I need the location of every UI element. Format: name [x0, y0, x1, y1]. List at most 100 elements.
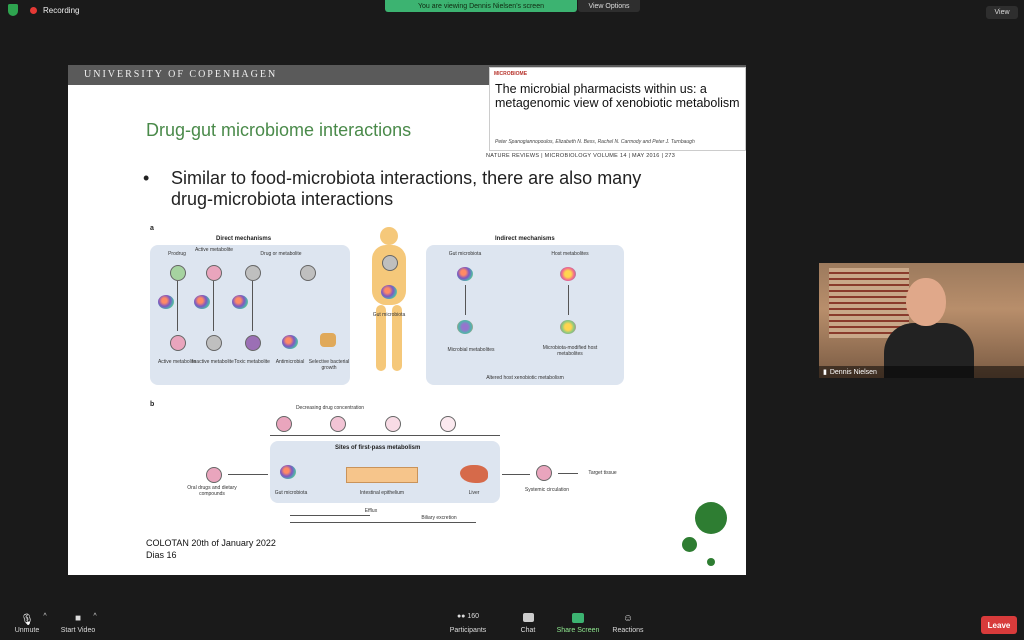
chat-label: Chat: [520, 627, 536, 634]
first-pass-header: Sites of first-pass metabolism: [335, 445, 421, 451]
microbe-icon-2: [194, 295, 210, 309]
video-off-icon: ■: [74, 613, 82, 624]
paper-authors: Peter Spanogiannopoulos, Elizabeth N. Be…: [495, 139, 695, 145]
participant-name-tag: ▮ Dennis Nielsen: [819, 366, 1024, 378]
figure-b: b Decreasing drug concentration Sites of…: [150, 395, 670, 525]
audio-options-button[interactable]: ^: [40, 613, 50, 620]
leave-button[interactable]: Leave: [981, 616, 1017, 634]
gut-microbiota-icon: [381, 285, 397, 299]
meeting-top-bar: Recording You are viewing Dennis Nielsen…: [0, 0, 1024, 22]
figure-b-label: b: [150, 401, 155, 408]
gut-microbiota-label: Gut microbiota: [372, 312, 406, 318]
participant-name: Dennis Nielsen: [829, 368, 877, 376]
target-tissue-label: Target tissue: [588, 470, 617, 476]
paper-title: The microbial pharmacists within us: a m…: [495, 82, 740, 110]
bacterial-growth-icon: [320, 333, 336, 347]
arrow-to-target: [558, 473, 578, 474]
active-metabolite-icon: [206, 265, 222, 281]
chevron-up-icon-2: ^: [93, 613, 97, 620]
unmute-label: Unmute: [14, 627, 40, 634]
arrow-line-3: [252, 281, 253, 331]
drug-icon: [245, 265, 261, 281]
share-screen-icon: [572, 613, 584, 623]
gut-microbiota-indirect-label: Gut microbiota: [448, 251, 482, 257]
arrow-to-circulation: [502, 474, 530, 475]
footer-slide-number: Dias 16: [146, 550, 177, 560]
reactions-button[interactable]: ☺ Reactions: [610, 613, 646, 634]
host-metabolites-icon: [560, 267, 576, 281]
people-icon: ●●: [456, 613, 466, 620]
drug-or-metabolite-label: Drug or metabolite: [260, 251, 302, 257]
prodrug-label: Prodrug: [168, 251, 186, 257]
share-screen-label: Share Screen: [556, 627, 600, 634]
microbiota-modified-label: Microbiota-modified host metabolites: [542, 345, 598, 357]
human-body-illustration: Gut microbiota: [360, 225, 420, 375]
active-metabolite-top-label: Active metabolite: [194, 247, 234, 253]
slide-footer: COLOTAN 20th of January 2022 Dias 16: [146, 537, 276, 561]
systemic-drug-icon: [536, 465, 552, 481]
green-dot-decoration-small: [707, 558, 715, 566]
chevron-up-icon: ^: [43, 613, 47, 620]
video-options-button[interactable]: ^: [90, 613, 100, 620]
recording-dot-icon: [30, 6, 37, 14]
antimicrobial-microbe-icon: [282, 335, 298, 349]
chat-button[interactable]: Chat: [516, 613, 540, 634]
direct-mechanisms-header: Direct mechanisms: [216, 236, 272, 242]
microphone-muted-icon: 🎙: [20, 614, 34, 626]
concentration-icon-1: [276, 416, 292, 432]
modified-metabolites-icon: [560, 320, 576, 334]
oral-drug-icon: [206, 467, 222, 483]
gut-microbiota-b-label: Gut microbiota: [274, 490, 308, 496]
share-screen-button[interactable]: Share Screen: [555, 613, 601, 634]
footer-event: COLOTAN 20th of January 2022: [146, 538, 276, 548]
arrow-line-2: [213, 281, 214, 331]
inactive-metabolite-label: Inactive metabolite: [192, 359, 234, 365]
participants-button[interactable]: ●● 160 Participants: [448, 613, 488, 634]
drug-icon-2: [300, 265, 316, 281]
citation-box: MICROBIOME The microbial pharmacists wit…: [489, 67, 746, 151]
view-button[interactable]: View: [986, 6, 1018, 19]
bullet-dot: •: [143, 168, 150, 188]
epithelium-label: Intestinal epithelium: [359, 490, 405, 496]
meeting-toolbar: 🎙 Unmute ^ ■ Start Video ^ ●● 160 Partic…: [0, 610, 1024, 640]
altered-metabolism-label: Altered host xenobiotic metabolism: [486, 375, 564, 381]
view-label: View: [994, 9, 1010, 16]
toxic-metabolite-label: Toxic metabolite: [234, 359, 270, 365]
oral-drugs-label: Oral drugs and dietary compounds: [187, 485, 237, 497]
participants-label: Participants: [449, 627, 487, 634]
epithelium-icon: [346, 467, 418, 483]
journal-reference: NATURE REVIEWS | MICROBIOLOGY VOLUME 14 …: [486, 153, 676, 159]
recording-label: Recording: [43, 5, 80, 15]
systemic-circulation-label: Systemic circulation: [524, 487, 570, 493]
active-metabolite-result-icon: [170, 335, 186, 351]
viewing-banner: You are viewing Dennis Nielsen's screen: [385, 0, 577, 12]
university-seal-icon: [695, 502, 727, 534]
biliary-line: [290, 522, 476, 523]
view-options-button[interactable]: View Options: [578, 0, 640, 12]
university-name: UNIVERSITY OF COPENHAGEN: [84, 69, 278, 80]
toxic-metabolite-icon: [245, 335, 261, 351]
liver-icon: [460, 465, 488, 483]
slide-title: Drug-gut microbiome interactions: [146, 120, 412, 140]
chat-icon: [522, 613, 534, 622]
journal-badge: MICROBIOME: [494, 71, 528, 77]
arrow-oral: [228, 474, 268, 475]
arrow-line-4: [465, 285, 466, 315]
indirect-mechanisms-box: [426, 245, 624, 385]
microbial-metabolites-label: Microbial metabolites: [447, 347, 495, 353]
participant-video[interactable]: [819, 263, 1024, 378]
shared-slide: UNIVERSITY OF COPENHAGEN MICROBIOME The …: [68, 65, 746, 575]
participant-head: [906, 278, 946, 326]
participant-count: 160: [467, 613, 480, 620]
unmute-button[interactable]: 🎙 Unmute: [10, 613, 44, 634]
antimicrobial-label: Antimicrobial: [275, 359, 305, 365]
biliary-excretion-label: Biliary excretion: [421, 515, 457, 521]
green-dot-decoration: [682, 537, 697, 552]
bullet-text: Similar to food-microbiota interactions,…: [171, 168, 642, 209]
concentration-icon-3: [385, 416, 401, 432]
recording-indicator[interactable]: Recording: [8, 4, 79, 16]
concentration-icon-2: [330, 416, 346, 432]
arrow-line: [177, 281, 178, 331]
reactions-label: Reactions: [612, 627, 644, 634]
microbe-indirect-icon: [457, 267, 473, 281]
